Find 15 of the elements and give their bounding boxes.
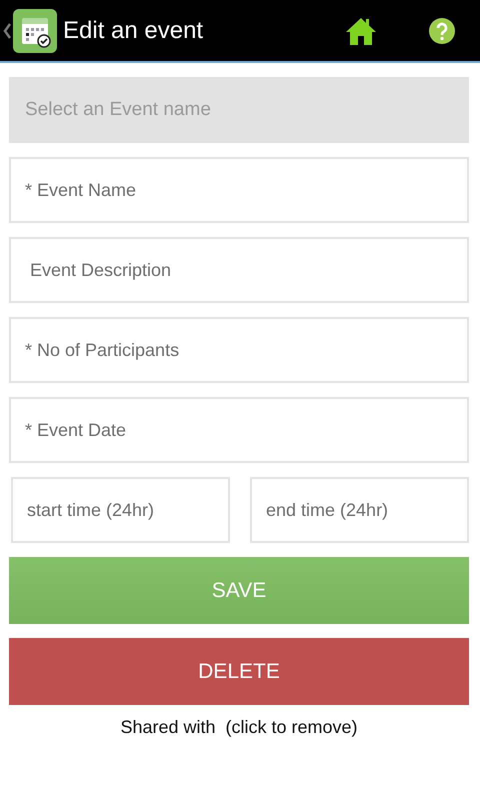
input-field[interactable]: Event Description [9, 237, 469, 303]
delete-button[interactable]: DELETE [9, 638, 469, 705]
input-field[interactable]: * Event Name [9, 157, 469, 223]
shared-with-text: Shared with (click to remove) [119, 717, 359, 738]
time-field[interactable]: end time (24hr) [250, 477, 469, 543]
home-icon[interactable] [345, 16, 377, 46]
help-icon[interactable] [429, 18, 455, 44]
back-icon[interactable] [3, 22, 11, 38]
input-field[interactable]: * Event Date [9, 397, 469, 463]
event-name-dropdown[interactable]: Select an Event name [9, 77, 469, 143]
screen-title: Edit an event [63, 16, 204, 44]
save-button[interactable]: SAVE [9, 557, 469, 624]
calendar-icon [13, 8, 57, 52]
time-field[interactable]: start time (24hr) [11, 477, 230, 543]
input-field[interactable]: * No of Participants [9, 317, 469, 383]
